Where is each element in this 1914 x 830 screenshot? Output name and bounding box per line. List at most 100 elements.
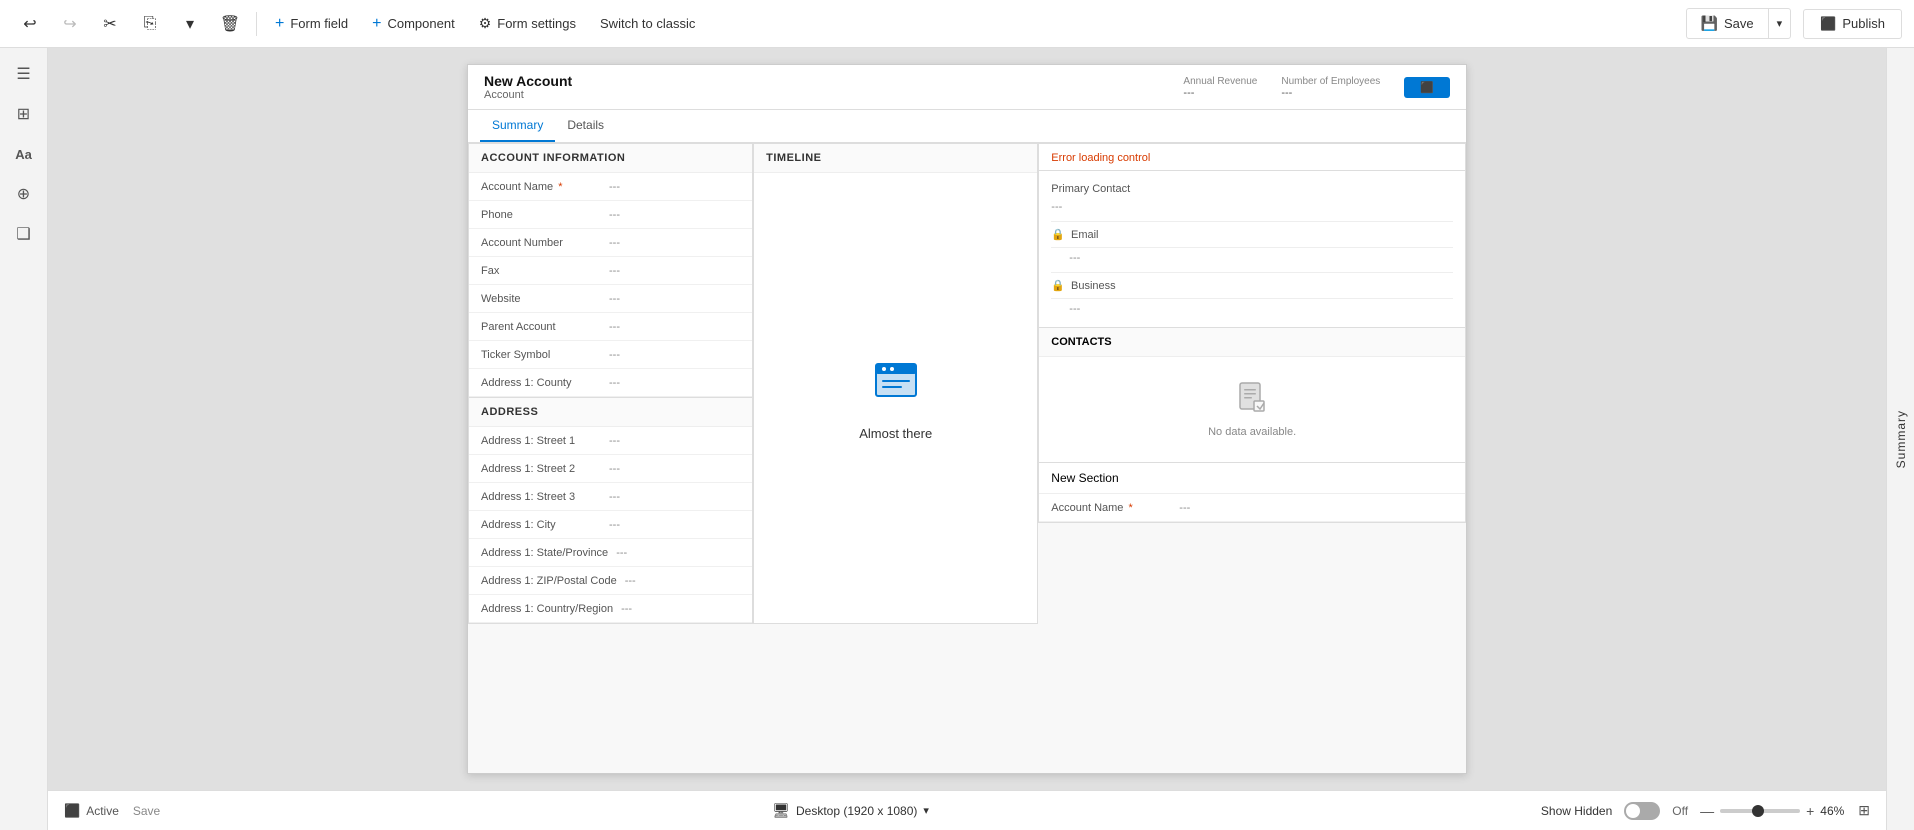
- state-label: Address 1: State/Province: [481, 547, 608, 559]
- primary-contact-section: Primary Contact --- 🔒 Email --- 🔒 Busine…: [1038, 171, 1466, 328]
- tab-details[interactable]: Details: [555, 110, 616, 142]
- publish-button[interactable]: ⬛ Publish: [1803, 9, 1902, 39]
- email-label: Email: [1071, 229, 1099, 241]
- save-label: Save: [1724, 16, 1754, 31]
- street3-label: Address 1: Street 3: [481, 491, 601, 503]
- street1-label: Address 1: Street 1: [481, 435, 601, 447]
- timeline-section: Timeline: [753, 143, 1038, 624]
- field-zip: Address 1: ZIP/Postal Code ---: [469, 567, 752, 595]
- no-data-area: No data available.: [1039, 357, 1465, 462]
- sidebar-text-icon[interactable]: Aa: [6, 136, 42, 172]
- field-account-name: Account Name * ---: [469, 173, 752, 201]
- zoom-thumb: [1752, 805, 1764, 817]
- fax-label: Fax: [481, 265, 601, 277]
- zoom-area: — + 46% ⊞: [1700, 802, 1870, 819]
- device-selector[interactable]: 🖥 Desktop (1920 x 1080) ▾: [772, 802, 929, 819]
- bottom-right: Show Hidden Off — + 46% ⊞: [1541, 802, 1870, 820]
- header-action-button[interactable]: ⬛: [1404, 77, 1450, 98]
- field-website: Website ---: [469, 285, 752, 313]
- zip-value: ---: [625, 575, 636, 587]
- plus-icon-2: +: [372, 15, 381, 33]
- save-icon: 💾: [1701, 15, 1718, 32]
- cut-button[interactable]: ✂: [92, 6, 128, 42]
- sidebar-add-icon[interactable]: ⊕: [6, 176, 42, 212]
- num-employees-label: Number of Employees: [1281, 76, 1380, 87]
- form-settings-button[interactable]: ⚙ Form settings: [469, 9, 586, 38]
- undo-button[interactable]: ↩: [12, 6, 48, 42]
- field-street2: Address 1: Street 2 ---: [469, 455, 752, 483]
- fax-value: ---: [609, 265, 620, 277]
- sidebar-grid-icon[interactable]: ⊞: [6, 96, 42, 132]
- form-settings-label: Form settings: [497, 16, 576, 31]
- field-state: Address 1: State/Province ---: [469, 539, 752, 567]
- switch-classic-button[interactable]: Switch to classic: [590, 10, 705, 37]
- switch-classic-label: Switch to classic: [600, 16, 695, 31]
- street3-value: ---: [609, 491, 620, 503]
- business-value: ---: [1051, 299, 1453, 315]
- website-label: Website: [481, 293, 601, 305]
- component-button[interactable]: + Component: [362, 9, 465, 39]
- business-icon: 🔒: [1051, 279, 1065, 292]
- redo-button[interactable]: ↪: [52, 6, 88, 42]
- account-name-label: Account Name *: [481, 181, 601, 193]
- dropdown-button[interactable]: ▾: [172, 6, 208, 42]
- form-field-label: Form field: [290, 16, 348, 31]
- email-icon: 🔒: [1051, 228, 1065, 241]
- business-label: Business: [1071, 280, 1116, 292]
- status-icon: ⬛: [64, 803, 80, 819]
- state-value: ---: [616, 547, 627, 559]
- error-section: Error loading control: [1038, 143, 1466, 171]
- error-link[interactable]: Error loading control: [1051, 152, 1150, 164]
- show-hidden-label: Show Hidden: [1541, 804, 1612, 818]
- save-button[interactable]: 💾 Save: [1687, 9, 1769, 38]
- field-city: Address 1: City ---: [469, 511, 752, 539]
- new-section-header: New Section: [1039, 463, 1465, 494]
- ticker-symbol-value: ---: [609, 349, 620, 361]
- annual-revenue-value: ---: [1183, 87, 1257, 99]
- website-value: ---: [609, 293, 620, 305]
- right-sidebar-panel[interactable]: Summary: [1886, 48, 1914, 830]
- canvas-area: New Account Account Annual Revenue --- N…: [48, 48, 1886, 830]
- form-tabs: Summary Details: [468, 110, 1466, 143]
- phone-value: ---: [609, 209, 620, 221]
- field-street1: Address 1: Street 1 ---: [469, 427, 752, 455]
- record-title: New Account: [484, 73, 572, 89]
- required-marker: *: [555, 181, 562, 193]
- col-right: Error loading control Primary Contact --…: [1038, 143, 1466, 624]
- form-field-button[interactable]: + Form field: [265, 9, 358, 39]
- save-dropdown-button[interactable]: ▾: [1769, 11, 1791, 36]
- field-country: Address 1: Country/Region ---: [469, 595, 752, 623]
- country-value: ---: [621, 603, 632, 615]
- sidebar-menu-icon[interactable]: ☰: [6, 56, 42, 92]
- plus-icon: +: [275, 15, 284, 33]
- phone-label: Phone: [481, 209, 601, 221]
- component-label: Component: [387, 16, 454, 31]
- fit-to-screen-icon[interactable]: ⊞: [1858, 802, 1870, 819]
- no-data-text: No data available.: [1208, 426, 1296, 438]
- sidebar-layers-icon[interactable]: ❑: [6, 216, 42, 252]
- zoom-slider[interactable]: [1720, 809, 1800, 813]
- copy-button[interactable]: ⎘: [132, 6, 168, 42]
- toggle-knob: [1626, 804, 1640, 818]
- city-value: ---: [609, 519, 620, 531]
- new-account-name-value: ---: [1179, 502, 1190, 514]
- zoom-minus-button[interactable]: —: [1700, 803, 1714, 819]
- publish-label: Publish: [1842, 16, 1885, 31]
- business-row: 🔒 Business: [1051, 273, 1453, 299]
- new-section: New Section Account Name * ---: [1038, 463, 1466, 523]
- status-area: ⬛ Active Save: [64, 803, 160, 819]
- street2-value: ---: [609, 463, 620, 475]
- account-number-label: Account Number: [481, 237, 601, 249]
- main-area: ☰ ⊞ Aa ⊕ ❑ New Account Account Annual Re…: [0, 48, 1914, 830]
- zip-label: Address 1: ZIP/Postal Code: [481, 575, 617, 587]
- new-required-marker: *: [1125, 502, 1132, 514]
- timeline-text: Almost there: [859, 426, 932, 441]
- delete-button[interactable]: 🗑: [212, 6, 248, 42]
- show-hidden-toggle[interactable]: [1624, 802, 1660, 820]
- field-address-county: Address 1: County ---: [469, 369, 752, 397]
- account-name-value: ---: [609, 181, 620, 193]
- save-status: Save: [133, 804, 160, 818]
- save-btn-group: 💾 Save ▾: [1686, 8, 1792, 39]
- zoom-plus-button[interactable]: +: [1806, 803, 1814, 819]
- tab-summary[interactable]: Summary: [480, 110, 555, 142]
